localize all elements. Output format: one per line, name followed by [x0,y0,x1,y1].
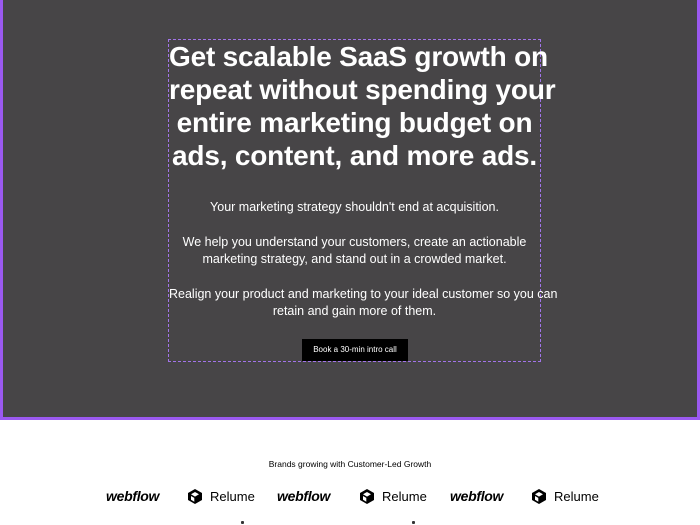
cube-icon [188,488,202,504]
relume-logo-text: Relume [210,488,255,504]
relume-logo: Relume [531,484,599,508]
next-row-mark [241,521,244,524]
hero-paragraph-line: Your marketing strategy shouldn't end at… [210,200,499,214]
webflow-logo: webflow [450,484,503,508]
brand-logo-row: webflow Relume webflow Relume webflow Re… [0,484,700,508]
book-intro-call-button[interactable]: Book a 30-min intro call [302,339,408,361]
hero-paragraph-acquisition: Your marketing strategy shouldn't end at… [169,199,540,216]
hero-paragraph-understand: We help you understand your customers, c… [169,234,540,268]
webflow-logo: webflow [277,484,330,508]
hero-paragraph-realign: Realign your product and marketing to yo… [169,286,558,320]
hero-section: Get scalable SaaS growth on repeat witho… [0,0,700,420]
landing-page: Get scalable SaaS growth on repeat witho… [0,0,700,525]
webflow-logo-text: webflow [106,488,160,504]
webflow-logo-text: webflow [277,488,331,504]
next-row-edge [0,521,700,525]
relume-logo: Relume [359,484,427,508]
hero-content: Get scalable SaaS growth on repeat witho… [168,39,558,362]
hero-title: Get scalable SaaS growth on repeat witho… [169,40,556,172]
brands-section: Brands growing with Customer-Led Growth … [0,420,700,525]
hero-paragraph-line: Realign your product and marketing to yo… [169,287,558,301]
webflow-logo-text: webflow [450,488,504,504]
hero-title-line: ads, content, and more ads. [172,140,537,171]
relume-logo: Relume [187,484,255,508]
relume-logo-text: Relume [554,488,599,504]
hero-paragraph-line: marketing strategy, and stand out in a c… [202,252,507,266]
hero-title-line: entire marketing budget on [176,107,533,138]
hero-paragraph-line: We help you understand your customers, c… [182,235,527,249]
next-row-mark [412,521,415,524]
relume-logo-text: Relume [382,488,427,504]
webflow-logo: webflow [106,484,159,508]
hero-title-line: Get scalable SaaS growth on [169,41,548,72]
hero-paragraph-line: retain and gain more of them. [272,304,437,318]
brands-caption: Brands growing with Customer-Led Growth [268,459,432,469]
cube-icon [532,488,546,504]
cube-icon [360,488,374,504]
hero-title-line: repeat without spending your [169,74,556,105]
